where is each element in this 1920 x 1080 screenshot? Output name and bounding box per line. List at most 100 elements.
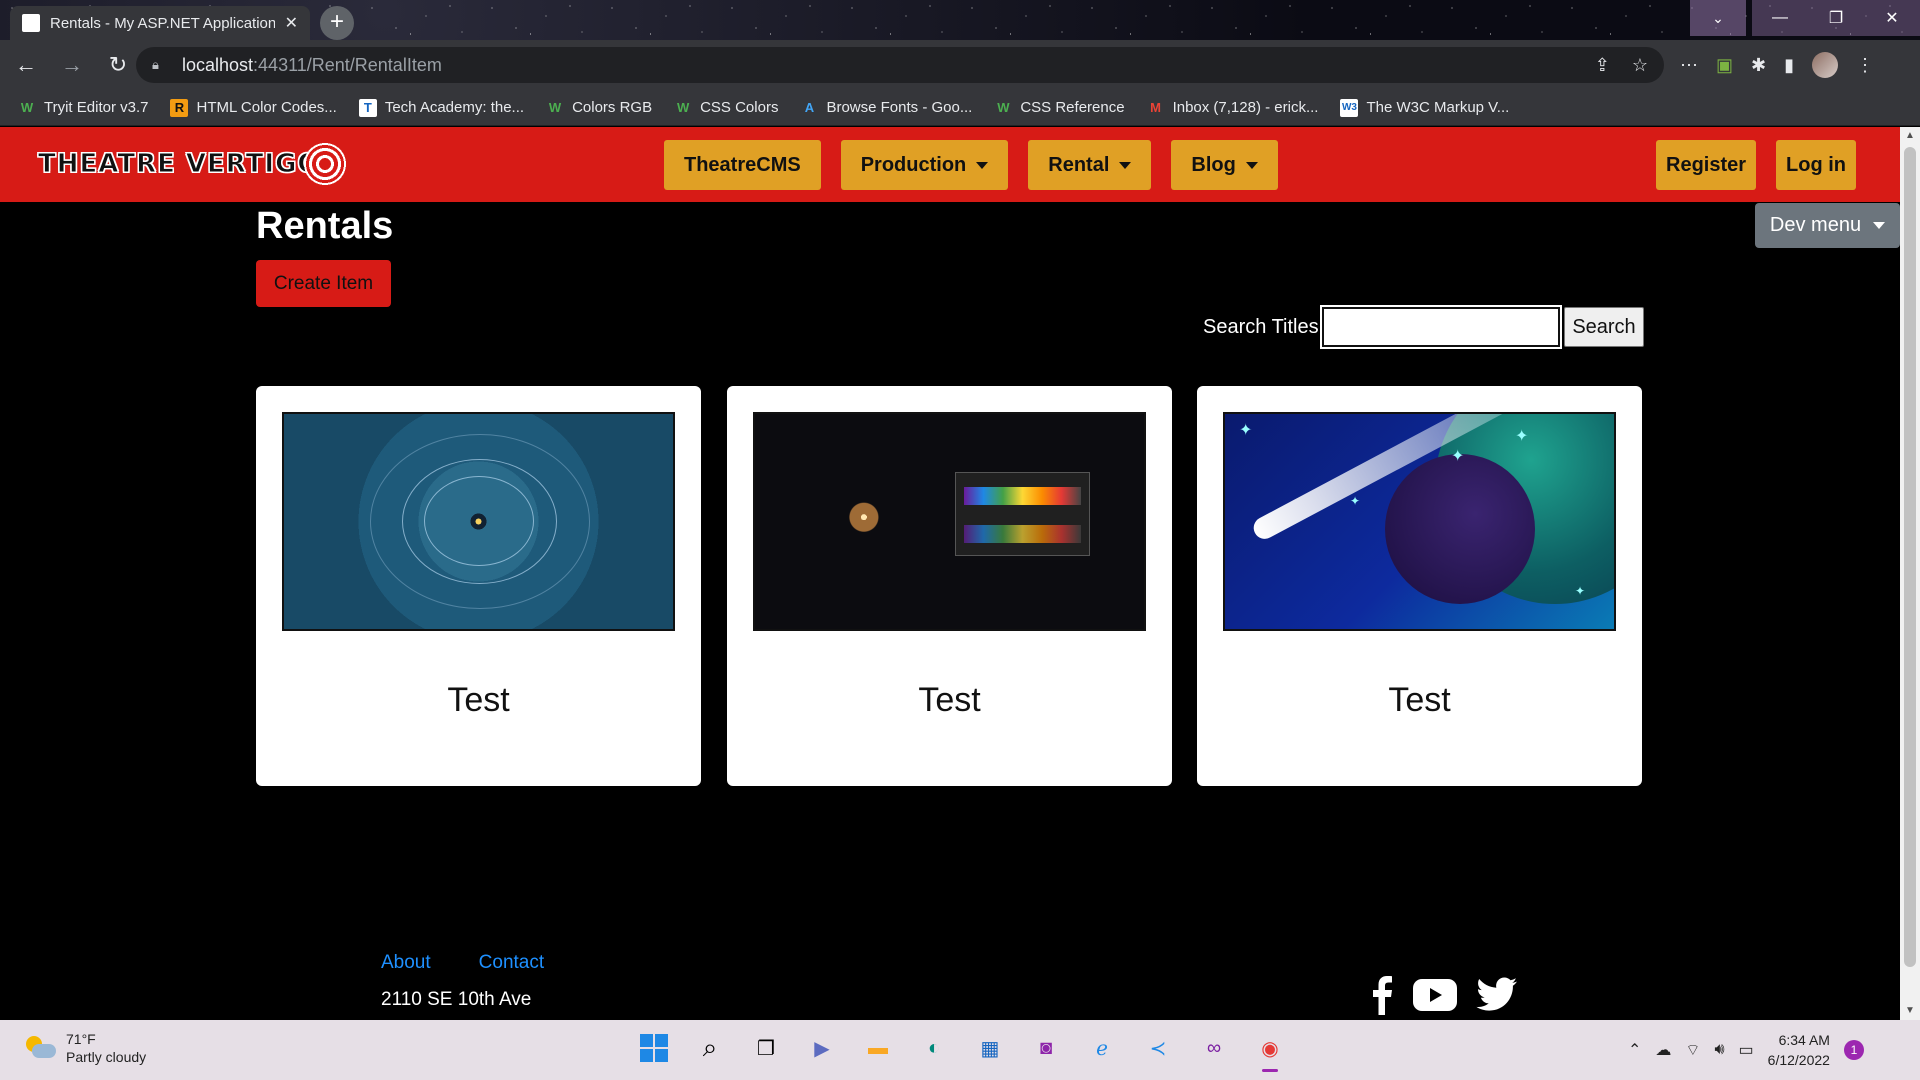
youtube-icon[interactable]	[1412, 978, 1458, 1012]
social-links	[1370, 975, 1518, 1015]
twitter-icon[interactable]	[1476, 977, 1518, 1013]
w3c-icon: W3	[1340, 98, 1359, 117]
scroll-up-icon[interactable]: ▲	[1900, 127, 1920, 145]
facebook-icon[interactable]	[1370, 975, 1394, 1015]
account-nav: Register Log in	[1656, 140, 1857, 190]
nav-blog-dropdown[interactable]: Blog	[1171, 140, 1278, 190]
edge-browser-icon[interactable]: ◐	[916, 1030, 952, 1066]
battery-icon[interactable]: ▭	[1739, 1040, 1754, 1060]
rental-card[interactable]: ✦ ✦ ✦ ✦ ✦ Test	[1197, 386, 1642, 786]
footer-contact-link[interactable]: Contact	[479, 952, 544, 974]
forward-arrow-icon[interactable]: →	[52, 45, 92, 85]
bookmark-item[interactable]: M Inbox (7,128) - erick...	[1147, 99, 1318, 117]
bookmark-item[interactable]: A Browse Fonts - Goo...	[800, 99, 973, 117]
login-button[interactable]: Log in	[1776, 140, 1857, 190]
nav-label: Rental	[1048, 153, 1110, 176]
footer-about-link[interactable]: About	[381, 952, 431, 974]
clock-date: 6/12/2022	[1767, 1052, 1830, 1068]
extension-icon[interactable]: ⋯	[1680, 55, 1698, 76]
page-scrollbar[interactable]: ▲ ▼	[1900, 127, 1920, 1020]
google-fonts-icon: A	[804, 100, 815, 115]
sparkle-icon: ✦	[1239, 422, 1253, 439]
search-button[interactable]: Search	[1564, 307, 1644, 347]
file-explorer-icon[interactable]: ▬	[860, 1030, 896, 1066]
volume-icon[interactable]: 🔊︎	[1714, 1041, 1724, 1059]
bookmark-item[interactable]: W Colors RGB	[546, 99, 652, 117]
reload-icon[interactable]: ↻	[98, 45, 138, 85]
create-item-button[interactable]: Create Item	[256, 260, 391, 307]
side-panel-icon[interactable]: ▮	[1784, 55, 1794, 76]
new-tab-button[interactable]: +	[320, 6, 354, 40]
browser-toolbar: ← → ↻ 🔒︎ localhost :44311/Rent/RentalIte…	[0, 40, 1920, 90]
system-tray: ⌃ ☁ ⌔ 🔊︎ ▭ 6:34 AM 6/12/2022 1	[1628, 1020, 1864, 1080]
card-title: Test	[918, 681, 981, 719]
scroll-down-icon[interactable]: ▼	[1900, 1002, 1920, 1020]
notification-badge[interactable]: 1	[1843, 1040, 1864, 1060]
clock[interactable]: 6:34 AM 6/12/2022	[1768, 1030, 1830, 1070]
nav-production-dropdown[interactable]: Production	[840, 140, 1009, 190]
clock-time: 6:34 AM	[1778, 1032, 1830, 1048]
planet-shape	[1385, 454, 1535, 604]
extension-color-icon[interactable]: ▣	[1716, 55, 1733, 76]
search-label: Search Titles:	[1203, 316, 1325, 338]
windows-start-icon[interactable]	[636, 1030, 672, 1066]
bookmark-item[interactable]: W3 The W3C Markup V...	[1340, 98, 1509, 117]
sparkle-icon: ✦	[1575, 584, 1586, 598]
card-title: Test	[1388, 681, 1451, 719]
scrollbar-thumb[interactable]	[1904, 147, 1916, 967]
rental-card[interactable]: Test	[256, 386, 701, 786]
back-arrow-icon[interactable]: ←	[6, 45, 46, 85]
sparkle-icon: ✦	[1451, 448, 1465, 465]
app-icon[interactable]: ◙	[1028, 1030, 1064, 1066]
nav-label: Blog	[1191, 153, 1236, 176]
register-button[interactable]: Register	[1656, 140, 1757, 190]
onedrive-icon[interactable]: ☁	[1655, 1040, 1671, 1060]
nav-rental-dropdown[interactable]: Rental	[1028, 140, 1152, 190]
lock-icon: 🔒︎	[152, 57, 159, 72]
bookmarks-bar: W Tryit Editor v3.7 R HTML Color Codes... …	[0, 90, 1920, 126]
microsoft-store-icon[interactable]: ▦	[972, 1030, 1008, 1066]
minimize-icon[interactable]: —	[1752, 0, 1808, 36]
rental-card[interactable]: Test	[727, 386, 1172, 786]
bookmark-item[interactable]: W CSS Colors	[674, 99, 779, 117]
extensions-area: ⋯ ▣ ✱ ▮ ⋮	[1680, 40, 1874, 90]
nav-label: TheatreCMS	[684, 153, 801, 176]
bookmark-item[interactable]: R HTML Color Codes...	[170, 98, 337, 117]
window-close-icon[interactable]: ✕	[1864, 0, 1920, 36]
card-title: Test	[447, 681, 510, 719]
chevron-up-icon[interactable]: ⌃	[1628, 1040, 1641, 1060]
puzzle-icon[interactable]: ✱	[1751, 55, 1766, 76]
search-titles-input[interactable]	[1320, 305, 1562, 349]
weather-widget[interactable]: 71°F Partly cloudy	[24, 1030, 146, 1066]
wifi-icon[interactable]: ⌔	[1685, 1040, 1700, 1060]
star-spectrum-image	[753, 412, 1146, 631]
internet-explorer-icon[interactable]: ℯ	[1084, 1030, 1120, 1066]
main-nav: TheatreCMS Production Rental Blog	[664, 140, 1278, 190]
menu-kebab-icon[interactable]: ⋮	[1856, 55, 1874, 76]
task-view-icon[interactable]: ❐	[748, 1030, 784, 1066]
site-logo[interactable]: THEATRE VERTIGO	[38, 141, 347, 187]
orbit-diagram-image	[282, 412, 675, 631]
bookmark-item[interactable]: W Tryit Editor v3.7	[18, 99, 149, 117]
vscode-icon[interactable]: ≺	[1140, 1030, 1176, 1066]
teams-chat-icon[interactable]: ▶	[804, 1030, 840, 1066]
w3schools-icon: W	[548, 100, 562, 115]
tab-close-icon[interactable]: ✕	[285, 13, 298, 33]
w3schools-icon: W	[997, 100, 1010, 115]
search-icon[interactable]: ⌕	[692, 1030, 728, 1066]
tab-search-button[interactable]: ⌄	[1690, 0, 1746, 36]
dev-menu-label: Dev menu	[1769, 214, 1862, 236]
nav-theatrecms[interactable]: TheatreCMS	[664, 140, 821, 190]
bookmark-star-icon[interactable]: ☆	[1632, 55, 1648, 76]
dev-menu-dropdown[interactable]: Dev menu	[1755, 203, 1900, 248]
chrome-icon[interactable]: ◉	[1252, 1030, 1288, 1072]
browser-tab-active[interactable]: Rentals - My ASP.NET Application ✕	[10, 6, 310, 40]
sparkle-icon: ✦	[1350, 494, 1361, 508]
restore-icon[interactable]: ❐	[1808, 0, 1864, 36]
address-bar[interactable]: 🔒︎ localhost :44311/Rent/RentalItem ⇪ ☆	[136, 47, 1664, 83]
bookmark-item[interactable]: W CSS Reference	[994, 99, 1124, 117]
bookmark-item[interactable]: T Tech Academy: the...	[358, 98, 524, 117]
visual-studio-icon[interactable]: ∞	[1196, 1030, 1232, 1066]
share-icon[interactable]: ⇪	[1595, 55, 1610, 76]
profile-avatar[interactable]	[1812, 52, 1839, 78]
